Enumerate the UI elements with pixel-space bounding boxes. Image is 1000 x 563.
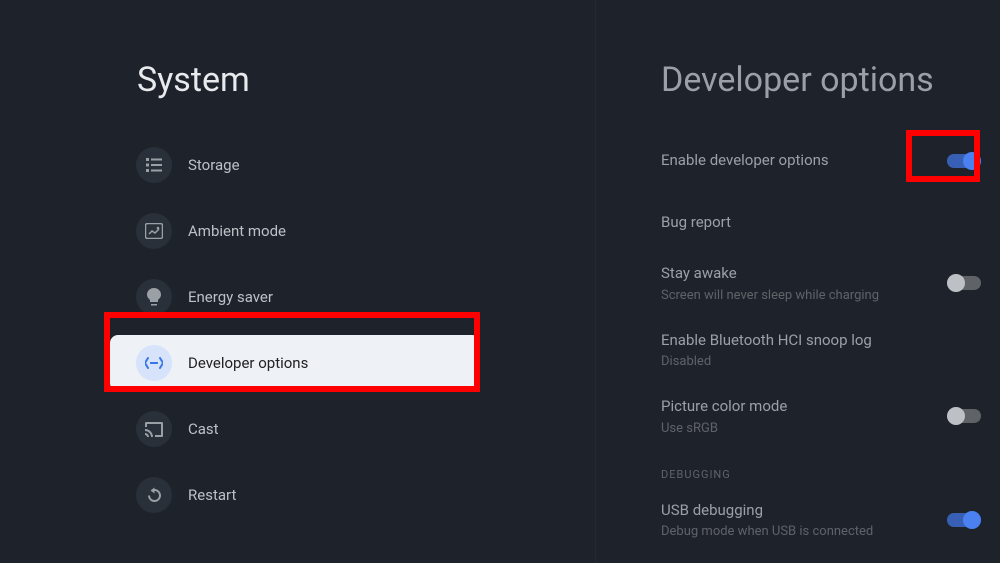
nav-item-cast[interactable]: Cast [110,396,480,462]
setting-usb-debugging[interactable]: USB debugging Debug mode when USB is con… [661,487,981,554]
nav-item-restart[interactable]: Restart [110,462,480,528]
nav-item-energy[interactable]: Energy saver [110,264,480,330]
system-panel: System Storage Ambient mode Energy saver… [0,0,595,563]
toggle-picture-color[interactable] [947,407,981,425]
setting-subtitle: Disabled [661,354,981,369]
setting-enable-developer[interactable]: Enable developer options [661,137,981,185]
setting-title: Picture color mode [661,397,947,417]
setting-title: Bug report [661,213,981,233]
nav-label: Developer options [188,354,308,372]
nav-item-ambient[interactable]: Ambient mode [110,198,480,264]
nav-label: Cast [188,420,219,438]
toggle-usb-debugging[interactable] [947,511,981,529]
setting-title: Enable developer options [661,151,947,171]
list-icon [136,147,172,183]
toggle-stay-awake[interactable] [947,274,981,292]
page-title-system: System [137,60,250,100]
cast-icon [136,411,172,447]
developer-icon [136,345,172,381]
setting-title: Enable Bluetooth HCI snoop log [661,331,981,351]
setting-title: USB debugging [661,501,947,521]
setting-stay-awake[interactable]: Stay awake Screen will never sleep while… [661,250,981,317]
developer-options-panel: Developer options Enable developer optio… [595,0,1000,563]
setting-subtitle: Debug mode when USB is connected [661,524,947,539]
setting-bluetooth-hci[interactable]: Enable Bluetooth HCI snoop log Disabled [661,317,981,384]
bulb-icon [136,279,172,315]
setting-picture-color[interactable]: Picture color mode Use sRGB [661,383,981,450]
setting-bug-report[interactable]: Bug report [661,185,981,251]
setting-subtitle: Use sRGB [661,421,947,436]
nav-label: Restart [188,486,236,504]
system-nav-list: Storage Ambient mode Energy saver Develo… [110,132,480,528]
ambient-icon [136,213,172,249]
restart-icon [136,477,172,513]
page-title-developer: Developer options [661,60,934,100]
setting-title: Stay awake [661,264,947,284]
toggle-enable-developer[interactable] [947,152,981,170]
nav-label: Ambient mode [188,222,286,240]
developer-settings-list: Enable developer options Bug report Stay… [661,137,981,553]
setting-subtitle: Screen will never sleep while charging [661,288,947,303]
nav-label: Storage [188,156,240,174]
nav-item-storage[interactable]: Storage [110,132,480,198]
nav-item-developer[interactable]: Developer options [110,335,480,391]
nav-label: Energy saver [188,288,273,306]
section-header-debugging: DEBUGGING [661,450,981,487]
